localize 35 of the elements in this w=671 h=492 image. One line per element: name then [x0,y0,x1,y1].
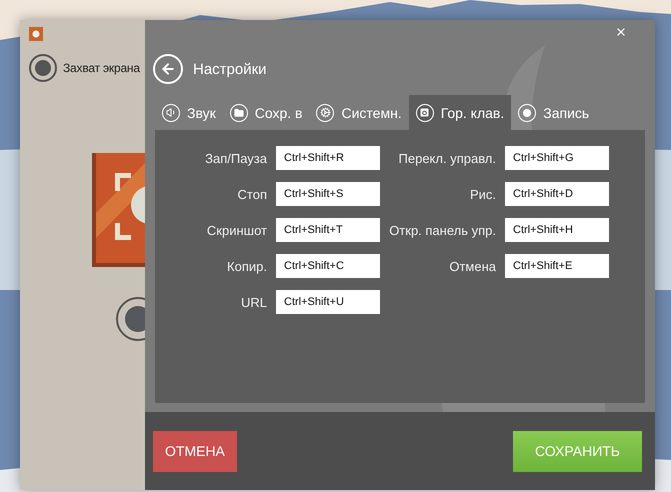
back-button[interactable] [153,54,183,84]
record-icon [518,104,536,122]
settings-tab[interactable]: Системн. [309,95,409,130]
settings-tab[interactable]: Сохр. в [222,95,310,130]
hotkey-label: Перекл. управл. [398,150,497,166]
hotkey-field[interactable]: Ctrl+Shift+U [276,290,380,314]
settings-tab[interactable]: Звук [155,95,223,130]
hotkey-field[interactable]: Ctrl+Shift+H [505,218,609,242]
hotkey-field[interactable]: Ctrl+Shift+E [505,254,609,278]
settings-title: Настройки [193,60,267,78]
hotkey-label: URL [240,294,268,310]
hotkey-field[interactable]: Ctrl+Shift+C [276,254,380,278]
hotkey-field[interactable]: Ctrl+Shift+S [276,182,380,206]
record-icon [115,296,145,342]
hotkey-label: Стоп [236,186,268,202]
hotkey-field[interactable]: Ctrl+Shift+T [276,218,380,242]
hotkey-field[interactable]: Ctrl+Shift+D [505,182,609,206]
folder-icon [230,104,248,122]
gears-icon [316,104,334,122]
speaker-icon [162,104,180,122]
hotkey-field[interactable]: Ctrl+Shift+G [505,146,609,170]
radio-button[interactable] [28,53,58,83]
hotkey-label: Скриншот [206,222,268,238]
hotkey-label: Откр. панель упр. [388,222,497,238]
cancel-button[interactable]: ОТМЕНА [153,430,237,472]
close-icon [615,26,627,38]
hotkey-field[interactable]: Ctrl+Shift+R [276,146,380,170]
hotkey-label: Отмена [448,258,497,274]
hotkey-label: Зап/Пауза [204,150,268,166]
hotkey-label: Копир. [226,258,268,274]
settings-tab[interactable]: Запись [511,95,596,130]
settings-tab[interactable]: Гор. клав. [408,95,512,130]
hotkey-label: Рис. [468,186,497,202]
app-icon [29,27,43,41]
radio-label: Захват экрана [63,61,140,75]
